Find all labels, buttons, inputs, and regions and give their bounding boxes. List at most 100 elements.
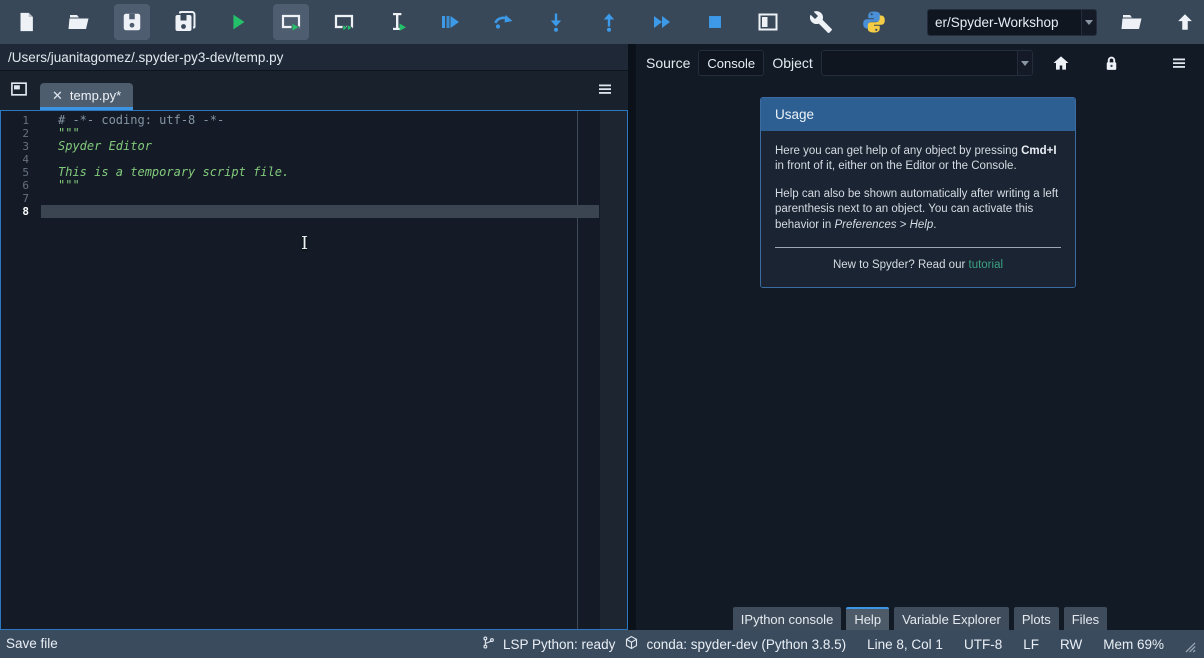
help-toolbar: Source Console Object xyxy=(636,44,1204,82)
status-right-group: conda: spyder-dev (Python 3.8.5) Line 8,… xyxy=(624,630,1196,658)
python-logo-icon xyxy=(862,10,886,34)
readwrite-status: RW xyxy=(1060,637,1082,652)
python-path-button[interactable] xyxy=(856,4,892,40)
usage-box: Usage Here you can get help of any objec… xyxy=(760,97,1076,288)
line-number: 3 xyxy=(1,140,29,153)
conda-env-status: conda: spyder-dev (Python 3.8.5) xyxy=(624,635,847,653)
line-number: 6 xyxy=(1,179,29,192)
file-path-bar: /Users/juanitagomez/.spyder-py3-dev/temp… xyxy=(0,44,628,71)
new-file-icon xyxy=(15,11,37,33)
run-cell-button[interactable] xyxy=(273,4,309,40)
lsp-branch-icon xyxy=(481,635,496,653)
package-cube-icon xyxy=(624,635,639,653)
usage-paragraph-1: Here you can get help of any object by p… xyxy=(775,144,1061,175)
step-return-button[interactable] xyxy=(591,4,627,40)
usage-title: Usage xyxy=(761,98,1075,131)
help-pane: Source Console Object Usage Here you can… xyxy=(636,44,1204,630)
preferences-help-ref: Preferences > Help xyxy=(834,219,933,231)
source-label: Source xyxy=(646,55,690,71)
line-number: 4 xyxy=(1,153,29,166)
tab-temp-py[interactable]: ✕ temp.py* xyxy=(40,83,133,110)
run-cell-advance-button[interactable] xyxy=(326,4,362,40)
preferences-button[interactable] xyxy=(803,4,839,40)
line-text: This is a temporary script file. xyxy=(41,166,599,179)
memory-status: Mem 69% xyxy=(1103,637,1164,652)
working-directory-combobox[interactable]: er/Spyder-Workshop xyxy=(927,9,1097,36)
debug-file-icon xyxy=(438,10,462,34)
step-into-icon xyxy=(544,10,568,34)
run-file-button[interactable] xyxy=(220,4,256,40)
chevron-down-icon[interactable] xyxy=(763,51,764,75)
stop-button[interactable] xyxy=(697,4,733,40)
line-number: 1 xyxy=(1,114,29,127)
code-line: 6 """ xyxy=(1,179,627,192)
object-combobox[interactable] xyxy=(821,50,1033,76)
code-lines: 1# -*- coding: utf-8 -*-2"""3Spyder Edit… xyxy=(1,114,627,218)
lsp-status-text: LSP Python: ready xyxy=(503,637,615,652)
chevron-down-icon[interactable] xyxy=(1017,51,1032,75)
lock-button[interactable] xyxy=(1098,50,1124,76)
run-selection-button[interactable] xyxy=(379,4,415,40)
pane-tab-plots[interactable]: Plots xyxy=(1014,607,1059,630)
working-directory-value: er/Spyder-Workshop xyxy=(928,15,1081,30)
open-working-directory-button[interactable] xyxy=(1114,4,1150,40)
run-icon xyxy=(227,11,249,33)
source-combobox[interactable]: Console xyxy=(698,50,764,76)
status-save-file: Save file xyxy=(6,630,58,658)
pane-tab-files[interactable]: Files xyxy=(1064,607,1107,630)
save-all-button[interactable] xyxy=(167,4,203,40)
resize-grip[interactable] xyxy=(1185,641,1196,656)
maximize-pane-button[interactable] xyxy=(750,4,786,40)
stop-icon xyxy=(704,11,726,33)
line-number: 2 xyxy=(1,127,29,140)
line-text: """ xyxy=(41,179,599,192)
browse-tabs-button[interactable] xyxy=(9,79,29,104)
step-return-icon xyxy=(597,10,621,34)
step-into-button[interactable] xyxy=(538,4,574,40)
cursor-position-status: Line 8, Col 1 xyxy=(867,637,943,652)
debug-file-button[interactable] xyxy=(432,4,468,40)
object-label: Object xyxy=(772,55,812,71)
pane-tab-help[interactable]: Help xyxy=(846,607,889,630)
open-folder-icon xyxy=(67,10,91,34)
help-content: Usage Here you can get help of any objec… xyxy=(636,82,1204,604)
open-file-button[interactable] xyxy=(61,4,97,40)
divider xyxy=(775,247,1061,248)
maximize-pane-icon xyxy=(756,10,780,34)
line-number: 8 xyxy=(1,205,29,218)
run-cell-advance-icon xyxy=(332,10,356,34)
new-file-button[interactable] xyxy=(8,4,44,40)
code-line: 7 xyxy=(1,192,627,205)
editor-options-menu-button[interactable] xyxy=(596,80,614,103)
line-text: # -*- coding: utf-8 -*- xyxy=(41,114,599,127)
run-selection-icon xyxy=(385,10,409,34)
usage-body: Here you can get help of any object by p… xyxy=(761,131,1075,287)
help-options-menu-button[interactable] xyxy=(1166,50,1192,76)
conda-env-text: conda: spyder-dev (Python 3.8.5) xyxy=(647,637,847,652)
tutorial-link[interactable]: tutorial xyxy=(969,259,1004,271)
chevron-down-icon[interactable] xyxy=(1081,10,1096,35)
line-number: 7 xyxy=(1,192,29,205)
file-path: /Users/juanitagomez/.spyder-py3-dev/temp… xyxy=(8,50,283,65)
parent-directory-button[interactable] xyxy=(1167,4,1203,40)
step-over-button[interactable] xyxy=(485,4,521,40)
pane-tab-variable-explorer[interactable]: Variable Explorer xyxy=(894,607,1009,630)
lsp-status: LSP Python: ready xyxy=(481,630,615,658)
close-tab-icon[interactable]: ✕ xyxy=(52,89,63,102)
main-toolbar: er/Spyder-Workshop xyxy=(0,0,1204,44)
save-icon xyxy=(121,11,143,33)
usage-paragraph-2: Help can also be shown automatically aft… xyxy=(775,187,1061,233)
editor-pane: /Users/juanitagomez/.spyder-py3-dev/temp… xyxy=(0,44,628,630)
line-text xyxy=(41,192,599,205)
pane-tab-bar: IPython consoleHelpVariable ExplorerPlot… xyxy=(636,604,1204,630)
pane-tab-ipython-console[interactable]: IPython console xyxy=(733,607,842,630)
continue-button[interactable] xyxy=(644,4,680,40)
eol-status: LF xyxy=(1023,637,1039,652)
line-number: 5 xyxy=(1,166,29,179)
status-bar: Save file LSP Python: ready conda: spyde… xyxy=(0,630,1204,658)
code-editor[interactable]: 1# -*- coding: utf-8 -*-2"""3Spyder Edit… xyxy=(0,110,628,630)
code-line: 1 # -*- coding: utf-8 -*- xyxy=(1,114,627,127)
home-button[interactable] xyxy=(1048,50,1074,76)
save-button[interactable] xyxy=(114,4,150,40)
encoding-status: UTF-8 xyxy=(964,637,1002,652)
